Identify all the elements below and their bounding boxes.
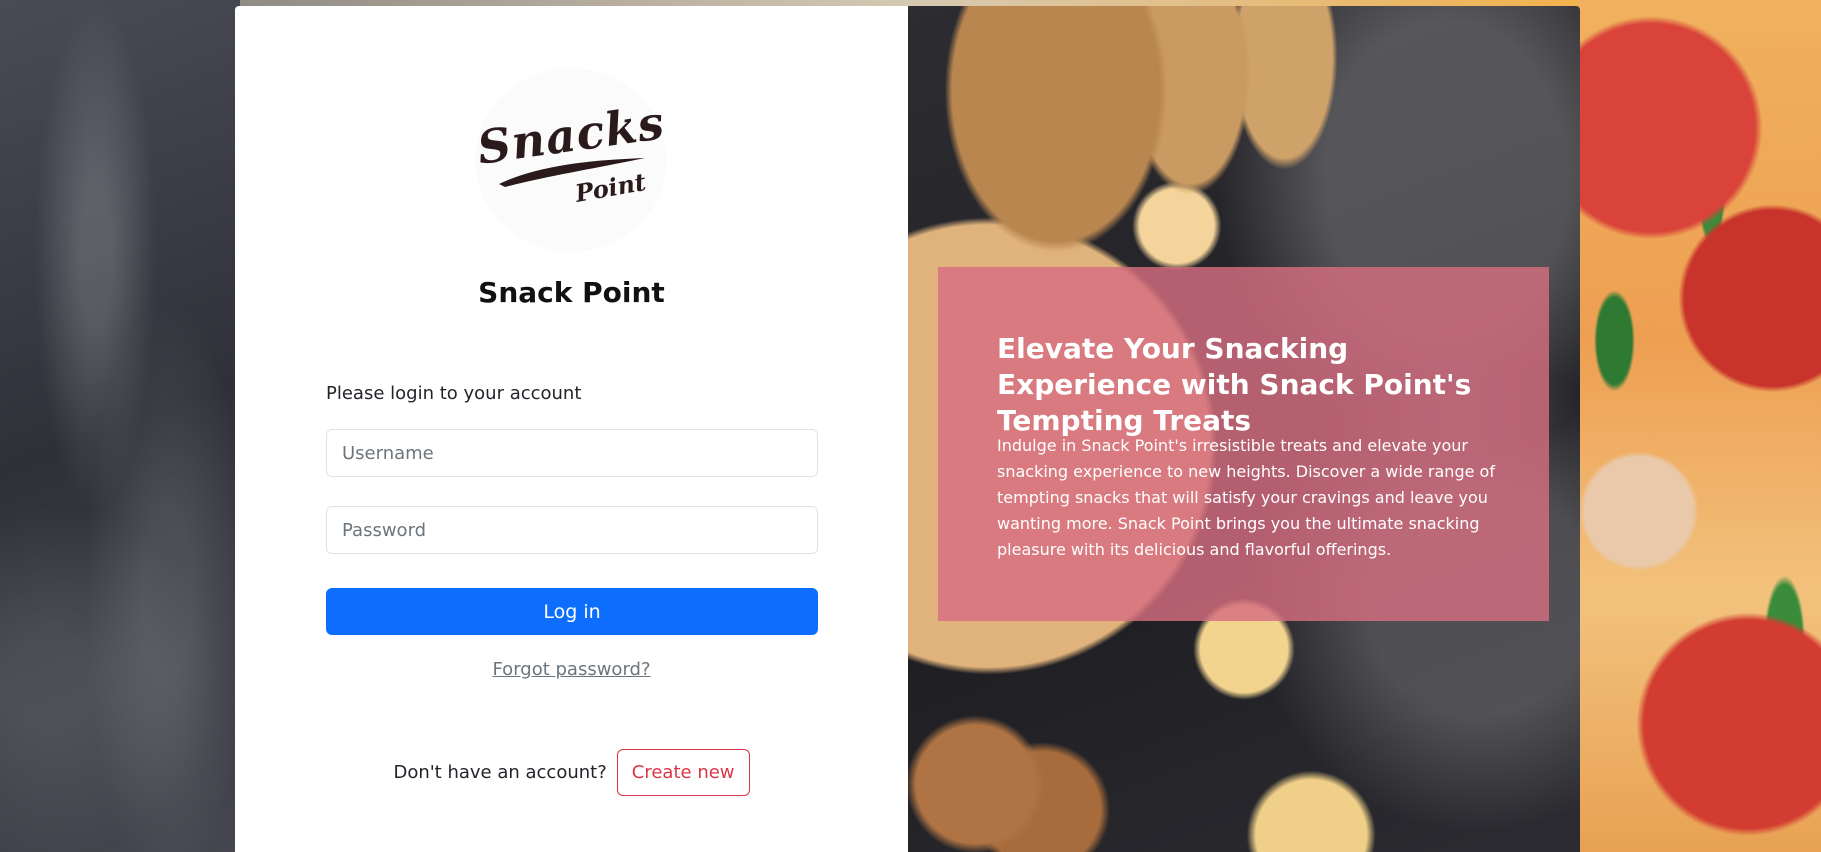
- flour-background-image: [0, 0, 240, 852]
- login-card: Snacks Point Snack Point Please login to…: [235, 6, 1580, 852]
- promo-panel: Elevate Your Snacking Experience with Sn…: [908, 6, 1580, 852]
- promo-overlay: Elevate Your Snacking Experience with Sn…: [938, 267, 1549, 621]
- promo-title: Elevate Your Snacking Experience with Sn…: [997, 332, 1472, 437]
- brand-title: Snack Point: [478, 276, 665, 309]
- promo-body: Indulge in Snack Point's irresistible tr…: [997, 436, 1495, 559]
- login-button[interactable]: Log in: [326, 588, 818, 635]
- create-account-button[interactable]: Create new: [616, 749, 750, 796]
- login-prompt: Please login to your account: [326, 383, 582, 404]
- pizza-background-image: [1578, 0, 1821, 852]
- forgot-password-link[interactable]: Forgot password?: [235, 659, 908, 680]
- snack-point-logo: Snacks Point: [474, 68, 668, 252]
- login-panel: Snacks Point Snack Point Please login to…: [235, 6, 908, 852]
- signup-row: Don't have an account? Create new: [235, 749, 908, 796]
- username-input[interactable]: [326, 429, 818, 477]
- password-input[interactable]: [326, 506, 818, 554]
- signup-prompt: Don't have an account?: [393, 762, 607, 783]
